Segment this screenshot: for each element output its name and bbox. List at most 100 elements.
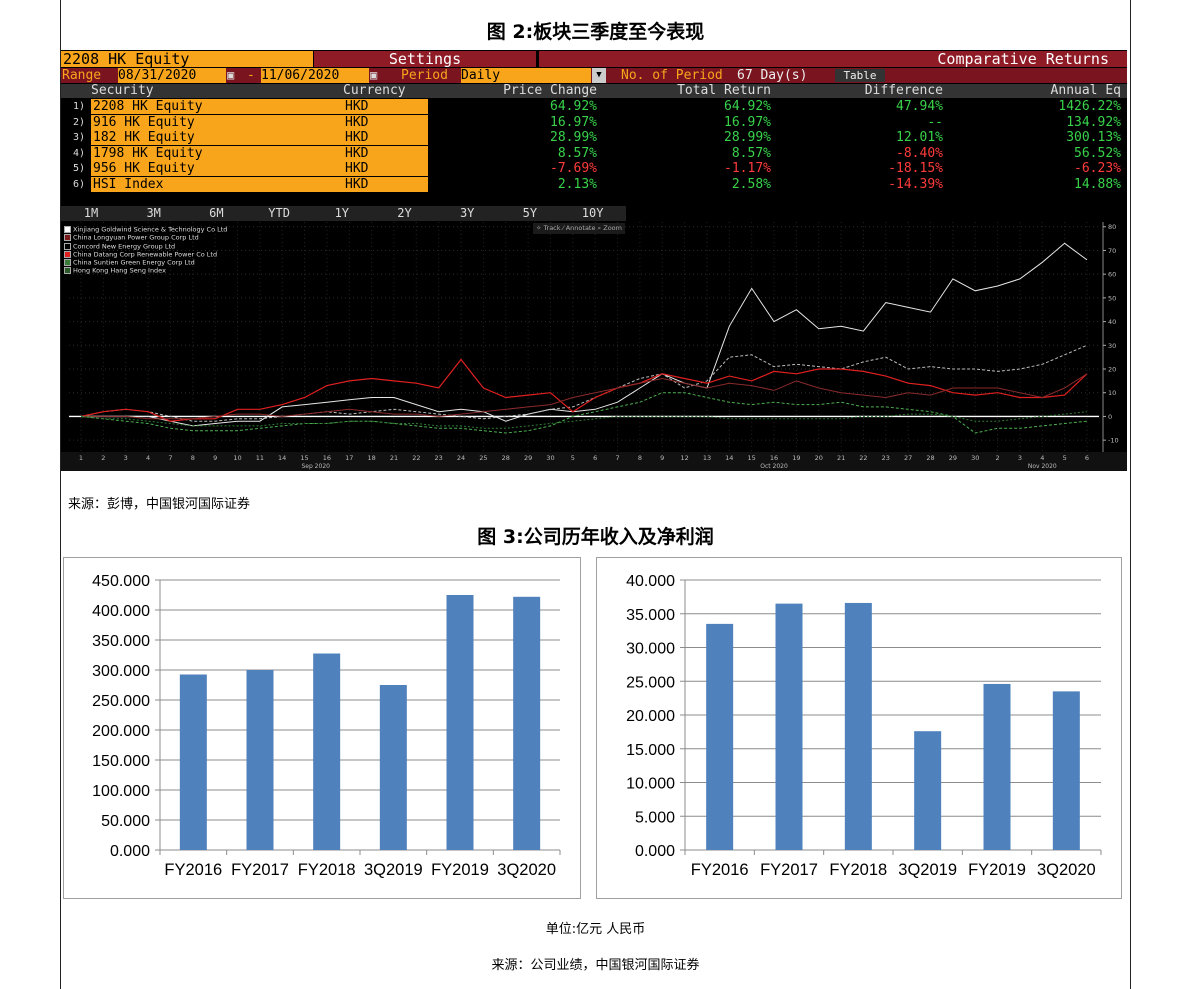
period-tab[interactable]: 3Y <box>437 206 497 221</box>
difference-cell[interactable]: -- <box>773 115 943 130</box>
period-tab[interactable]: 10Y <box>563 206 623 221</box>
period-tab[interactable]: 6M <box>186 206 246 221</box>
annual-eq-cell[interactable]: 300.13% <box>947 130 1121 145</box>
comparative-returns-tab[interactable]: Comparative Returns <box>539 51 1127 67</box>
col-currency[interactable]: Currency <box>343 84 406 98</box>
period-tab[interactable]: YTD <box>249 206 309 221</box>
x-tick-label: FY2017 <box>231 861 289 879</box>
x-tick-label: 7 <box>168 454 172 462</box>
price-change-cell[interactable]: 16.97% <box>427 115 597 130</box>
security-cell[interactable]: 916 HK Equity <box>91 114 343 130</box>
legend-item: Hong Kong Hang Seng Index <box>64 267 227 275</box>
total-return-cell[interactable]: 2.58% <box>601 177 771 192</box>
security-cell[interactable]: HSI Index <box>91 176 343 192</box>
difference-cell[interactable]: 47.94% <box>773 99 943 114</box>
figure-2-source: 来源：彭博，中国银河国际证券 <box>68 497 251 512</box>
x-tick-label: 23 <box>882 454 890 462</box>
y-tick-label: 35.000 <box>626 607 675 624</box>
security-cell[interactable]: 182 HK Equity <box>91 130 343 145</box>
security-cell[interactable]: 1798 HK Equity <box>91 145 343 161</box>
y-tick-label: 50.000 <box>101 813 150 830</box>
difference-cell[interactable]: -14.39% <box>773 177 943 192</box>
price-change-cell[interactable]: 28.99% <box>427 130 597 145</box>
revenue-bar-chart: 450.000 400.000 350.000 300.000 250.000 200.0… <box>92 573 561 879</box>
annual-eq-cell[interactable]: 56.52% <box>947 146 1121 161</box>
row-index[interactable]: 4) <box>61 146 85 161</box>
bar <box>1052 691 1080 850</box>
period-tab[interactable]: 1M <box>61 206 121 221</box>
settings-tab[interactable]: Settings <box>314 51 536 67</box>
x-tick-label: 3Q2019 <box>364 861 423 879</box>
bar <box>313 653 341 850</box>
total-return-cell[interactable]: 16.97% <box>601 115 771 130</box>
chart-legend: Xinjiang Goldwind Science & Technology C… <box>64 226 227 276</box>
period-tab[interactable]: 5Y <box>500 206 560 221</box>
x-tick-label: 15 <box>300 454 308 462</box>
security-cell[interactable]: 956 HK Equity <box>91 161 343 176</box>
y-tick-label: 200.000 <box>92 723 150 740</box>
currency-cell[interactable]: HKD <box>343 99 428 114</box>
annual-eq-cell[interactable]: 134.92% <box>947 115 1121 130</box>
y-tick-label: 40.000 <box>626 573 675 590</box>
x-tick-label: 3Q2020 <box>1037 861 1096 879</box>
row-index[interactable]: 3) <box>61 130 85 145</box>
chart-tools[interactable]: ✧ Track ⁄ Annotate ⌕ Zoom <box>533 223 625 234</box>
total-return-cell[interactable]: 8.57% <box>601 146 771 161</box>
x-tick-label: 28 <box>926 454 934 462</box>
security-header[interactable]: 2208 HK Equity <box>61 51 313 67</box>
calendar-icon[interactable]: ▣ <box>227 68 234 83</box>
chevron-down-icon[interactable]: ▼ <box>592 68 606 83</box>
col-annual-eq[interactable]: Annual Eq <box>947 84 1121 98</box>
price-change-cell[interactable]: 8.57% <box>427 146 597 161</box>
x-tick-label: 24 <box>457 454 465 462</box>
y-tick-label: 0.000 <box>635 843 675 860</box>
row-index[interactable]: 2) <box>61 115 85 130</box>
col-security[interactable]: Security <box>91 84 154 98</box>
currency-cell[interactable]: HKD <box>343 114 428 130</box>
total-return-cell[interactable]: 64.92% <box>601 99 771 114</box>
row-index[interactable]: 1) <box>61 99 85 114</box>
range-from-field[interactable]: 08/31/2020 <box>118 68 226 83</box>
legend-swatch <box>64 267 71 275</box>
period-tab[interactable]: 3M <box>124 206 184 221</box>
x-tick-label: 6 <box>1085 454 1089 462</box>
y-tick-label: 70 <box>1108 247 1116 255</box>
difference-cell[interactable]: -18.15% <box>773 161 943 176</box>
x-tick-label: 9 <box>213 454 217 462</box>
legend-swatch <box>64 234 71 242</box>
col-total-return[interactable]: Total Return <box>601 84 771 98</box>
col-price-change[interactable]: Price Change <box>427 84 597 98</box>
table-button[interactable]: Table <box>835 69 885 82</box>
security-cell[interactable]: 2208 HK Equity <box>91 99 343 114</box>
annual-eq-cell[interactable]: -6.23% <box>947 161 1121 176</box>
currency-cell[interactable]: HKD <box>343 176 428 192</box>
y-tick-label: 20.000 <box>626 708 675 725</box>
x-month-label: Oct 2020 <box>760 463 788 470</box>
total-return-cell[interactable]: 28.99% <box>601 130 771 145</box>
annual-eq-cell[interactable]: 1426.22% <box>947 99 1121 114</box>
currency-cell[interactable]: HKD <box>343 130 428 145</box>
price-change-cell[interactable]: 64.92% <box>427 99 597 114</box>
row-index[interactable]: 6) <box>61 177 85 192</box>
total-return-cell[interactable]: -1.17% <box>601 161 771 176</box>
row-index[interactable]: 5) <box>61 161 85 176</box>
difference-cell[interactable]: -8.40% <box>773 146 943 161</box>
calendar-icon[interactable]: ▣ <box>370 68 377 83</box>
x-tick-label: 29 <box>949 454 957 462</box>
range-to-field[interactable]: 11/06/2020 <box>261 68 369 83</box>
annual-eq-cell[interactable]: 14.88% <box>947 177 1121 192</box>
price-change-cell[interactable]: -7.69% <box>427 161 597 176</box>
currency-cell[interactable]: HKD <box>343 161 428 176</box>
col-difference[interactable]: Difference <box>773 84 943 98</box>
bar <box>179 674 207 850</box>
bar <box>914 731 942 850</box>
period-tab[interactable]: 1Y <box>312 206 372 221</box>
legend-swatch <box>64 242 71 250</box>
currency-cell[interactable]: HKD <box>343 145 428 161</box>
difference-cell[interactable]: 12.01% <box>773 130 943 145</box>
x-tick-label: 3Q2019 <box>898 861 957 879</box>
period-tab[interactable]: 2Y <box>375 206 435 221</box>
price-change-cell[interactable]: 2.13% <box>427 177 597 192</box>
period-select[interactable]: Daily <box>461 68 591 83</box>
x-tick-label: 3 <box>1018 454 1022 462</box>
